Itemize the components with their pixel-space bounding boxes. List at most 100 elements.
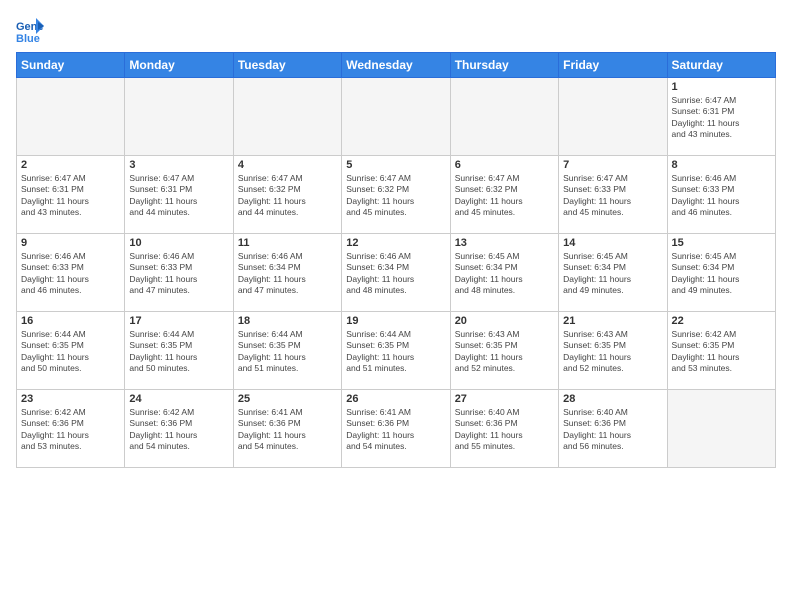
day-number: 9 — [21, 237, 120, 249]
day-number: 17 — [129, 315, 228, 327]
day-number: 23 — [21, 393, 120, 405]
calendar-cell: 17 Sunrise: 6:44 AM Sunset: 6:35 PM Dayli… — [125, 312, 233, 390]
weekday-header: Tuesday — [233, 53, 341, 78]
day-info: Sunrise: 6:47 AM Sunset: 6:31 PM Dayligh… — [21, 173, 120, 219]
day-info: Sunrise: 6:47 AM Sunset: 6:33 PM Dayligh… — [563, 173, 662, 219]
weekday-header: Thursday — [450, 53, 558, 78]
day-info: Sunrise: 6:41 AM Sunset: 6:36 PM Dayligh… — [346, 407, 445, 453]
calendar-cell: 7 Sunrise: 6:47 AM Sunset: 6:33 PM Daylig… — [559, 156, 667, 234]
calendar-cell: 4 Sunrise: 6:47 AM Sunset: 6:32 PM Daylig… — [233, 156, 341, 234]
calendar-cell: 3 Sunrise: 6:47 AM Sunset: 6:31 PM Daylig… — [125, 156, 233, 234]
day-number: 26 — [346, 393, 445, 405]
calendar-cell: 25 Sunrise: 6:41 AM Sunset: 6:36 PM Dayli… — [233, 390, 341, 468]
day-info: Sunrise: 6:46 AM Sunset: 6:33 PM Dayligh… — [21, 251, 120, 297]
day-info: Sunrise: 6:45 AM Sunset: 6:34 PM Dayligh… — [672, 251, 771, 297]
day-info: Sunrise: 6:47 AM Sunset: 6:32 PM Dayligh… — [346, 173, 445, 219]
day-info: Sunrise: 6:47 AM Sunset: 6:31 PM Dayligh… — [672, 95, 771, 141]
weekday-header: Sunday — [17, 53, 125, 78]
calendar-cell: 15 Sunrise: 6:45 AM Sunset: 6:34 PM Dayli… — [667, 234, 775, 312]
calendar-cell: 27 Sunrise: 6:40 AM Sunset: 6:36 PM Dayli… — [450, 390, 558, 468]
day-info: Sunrise: 6:44 AM Sunset: 6:35 PM Dayligh… — [129, 329, 228, 375]
day-info: Sunrise: 6:42 AM Sunset: 6:35 PM Dayligh… — [672, 329, 771, 375]
calendar-cell: 5Sunrise: 6:47 AM Sunset: 6:32 PM Daylig… — [342, 156, 450, 234]
calendar-cell — [125, 78, 233, 156]
day-number: 12 — [346, 237, 445, 249]
day-info: Sunrise: 6:41 AM Sunset: 6:36 PM Dayligh… — [238, 407, 337, 453]
calendar-week-row: 23 Sunrise: 6:42 AM Sunset: 6:36 PM Dayli… — [17, 390, 776, 468]
weekday-header: Friday — [559, 53, 667, 78]
day-info: Sunrise: 6:40 AM Sunset: 6:36 PM Dayligh… — [563, 407, 662, 453]
day-info: Sunrise: 6:47 AM Sunset: 6:31 PM Dayligh… — [129, 173, 228, 219]
day-number: 4 — [238, 159, 337, 171]
day-number: 10 — [129, 237, 228, 249]
day-info: Sunrise: 6:42 AM Sunset: 6:36 PM Dayligh… — [129, 407, 228, 453]
day-number: 16 — [21, 315, 120, 327]
calendar-week-row: 9 Sunrise: 6:46 AM Sunset: 6:33 PM Daylig… — [17, 234, 776, 312]
page-container: General Blue SundayMondayTuesdayWednesda… — [0, 0, 792, 612]
calendar-cell: 28Sunrise: 6:40 AM Sunset: 6:36 PM Dayli… — [559, 390, 667, 468]
day-info: Sunrise: 6:46 AM Sunset: 6:33 PM Dayligh… — [129, 251, 228, 297]
day-number: 11 — [238, 237, 337, 249]
day-info: Sunrise: 6:45 AM Sunset: 6:34 PM Dayligh… — [455, 251, 554, 297]
day-info: Sunrise: 6:46 AM Sunset: 6:34 PM Dayligh… — [346, 251, 445, 297]
calendar-cell — [233, 78, 341, 156]
calendar-cell: 14 Sunrise: 6:45 AM Sunset: 6:34 PM Dayli… — [559, 234, 667, 312]
calendar-cell: 22 Sunrise: 6:42 AM Sunset: 6:35 PM Dayli… — [667, 312, 775, 390]
calendar-cell: 24Sunrise: 6:42 AM Sunset: 6:36 PM Dayli… — [125, 390, 233, 468]
calendar-cell: 21 Sunrise: 6:43 AM Sunset: 6:35 PM Dayli… — [559, 312, 667, 390]
logo: General Blue — [16, 16, 776, 44]
weekday-header: Wednesday — [342, 53, 450, 78]
day-number: 19 — [346, 315, 445, 327]
calendar-week-row: 1 Sunrise: 6:47 AM Sunset: 6:31 PM Daylig… — [17, 78, 776, 156]
day-info: Sunrise: 6:47 AM Sunset: 6:32 PM Dayligh… — [238, 173, 337, 219]
day-info: Sunrise: 6:46 AM Sunset: 6:34 PM Dayligh… — [238, 251, 337, 297]
calendar-cell: 12 Sunrise: 6:46 AM Sunset: 6:34 PM Dayli… — [342, 234, 450, 312]
day-number: 21 — [563, 315, 662, 327]
day-info: Sunrise: 6:46 AM Sunset: 6:33 PM Dayligh… — [672, 173, 771, 219]
day-number: 18 — [238, 315, 337, 327]
top-section: General Blue — [16, 16, 776, 44]
calendar-header-row: SundayMondayTuesdayWednesdayThursdayFrid… — [17, 53, 776, 78]
day-number: 14 — [563, 237, 662, 249]
calendar-cell: 20 Sunrise: 6:43 AM Sunset: 6:35 PM Dayli… — [450, 312, 558, 390]
day-number: 27 — [455, 393, 554, 405]
day-info: Sunrise: 6:43 AM Sunset: 6:35 PM Dayligh… — [455, 329, 554, 375]
day-info: Sunrise: 6:45 AM Sunset: 6:34 PM Dayligh… — [563, 251, 662, 297]
calendar-cell — [559, 78, 667, 156]
calendar-cell: 18 Sunrise: 6:44 AM Sunset: 6:35 PM Dayli… — [233, 312, 341, 390]
day-number: 6 — [455, 159, 554, 171]
day-number: 2 — [21, 159, 120, 171]
day-info: Sunrise: 6:43 AM Sunset: 6:35 PM Dayligh… — [563, 329, 662, 375]
day-number: 20 — [455, 315, 554, 327]
calendar-cell: 16 Sunrise: 6:44 AM Sunset: 6:35 PM Dayli… — [17, 312, 125, 390]
calendar-cell: 1 Sunrise: 6:47 AM Sunset: 6:31 PM Daylig… — [667, 78, 775, 156]
calendar-table: SundayMondayTuesdayWednesdayThursdayFrid… — [16, 52, 776, 468]
calendar-cell: 2 Sunrise: 6:47 AM Sunset: 6:31 PM Daylig… — [17, 156, 125, 234]
day-number: 1 — [672, 81, 771, 93]
calendar-cell: 8 Sunrise: 6:46 AM Sunset: 6:33 PM Daylig… — [667, 156, 775, 234]
svg-text:Blue: Blue — [16, 33, 40, 44]
calendar-week-row: 16 Sunrise: 6:44 AM Sunset: 6:35 PM Dayli… — [17, 312, 776, 390]
day-info: Sunrise: 6:42 AM Sunset: 6:36 PM Dayligh… — [21, 407, 120, 453]
day-info: Sunrise: 6:44 AM Sunset: 6:35 PM Dayligh… — [238, 329, 337, 375]
day-number: 22 — [672, 315, 771, 327]
day-number: 25 — [238, 393, 337, 405]
calendar-cell: 11 Sunrise: 6:46 AM Sunset: 6:34 PM Dayli… — [233, 234, 341, 312]
calendar-cell: 10 Sunrise: 6:46 AM Sunset: 6:33 PM Dayli… — [125, 234, 233, 312]
day-number: 8 — [672, 159, 771, 171]
calendar-cell: 6 Sunrise: 6:47 AM Sunset: 6:32 PM Daylig… — [450, 156, 558, 234]
day-info: Sunrise: 6:44 AM Sunset: 6:35 PM Dayligh… — [21, 329, 120, 375]
calendar-cell: 26 Sunrise: 6:41 AM Sunset: 6:36 PM Dayli… — [342, 390, 450, 468]
calendar-cell: 19Sunrise: 6:44 AM Sunset: 6:35 PM Dayli… — [342, 312, 450, 390]
day-info: Sunrise: 6:47 AM Sunset: 6:32 PM Dayligh… — [455, 173, 554, 219]
calendar-cell — [17, 78, 125, 156]
day-number: 3 — [129, 159, 228, 171]
weekday-header: Saturday — [667, 53, 775, 78]
day-number: 7 — [563, 159, 662, 171]
day-number: 13 — [455, 237, 554, 249]
logo-icon: General Blue — [16, 16, 44, 44]
calendar-cell — [342, 78, 450, 156]
day-number: 15 — [672, 237, 771, 249]
calendar-cell: 23 Sunrise: 6:42 AM Sunset: 6:36 PM Dayli… — [17, 390, 125, 468]
day-info: Sunrise: 6:40 AM Sunset: 6:36 PM Dayligh… — [455, 407, 554, 453]
